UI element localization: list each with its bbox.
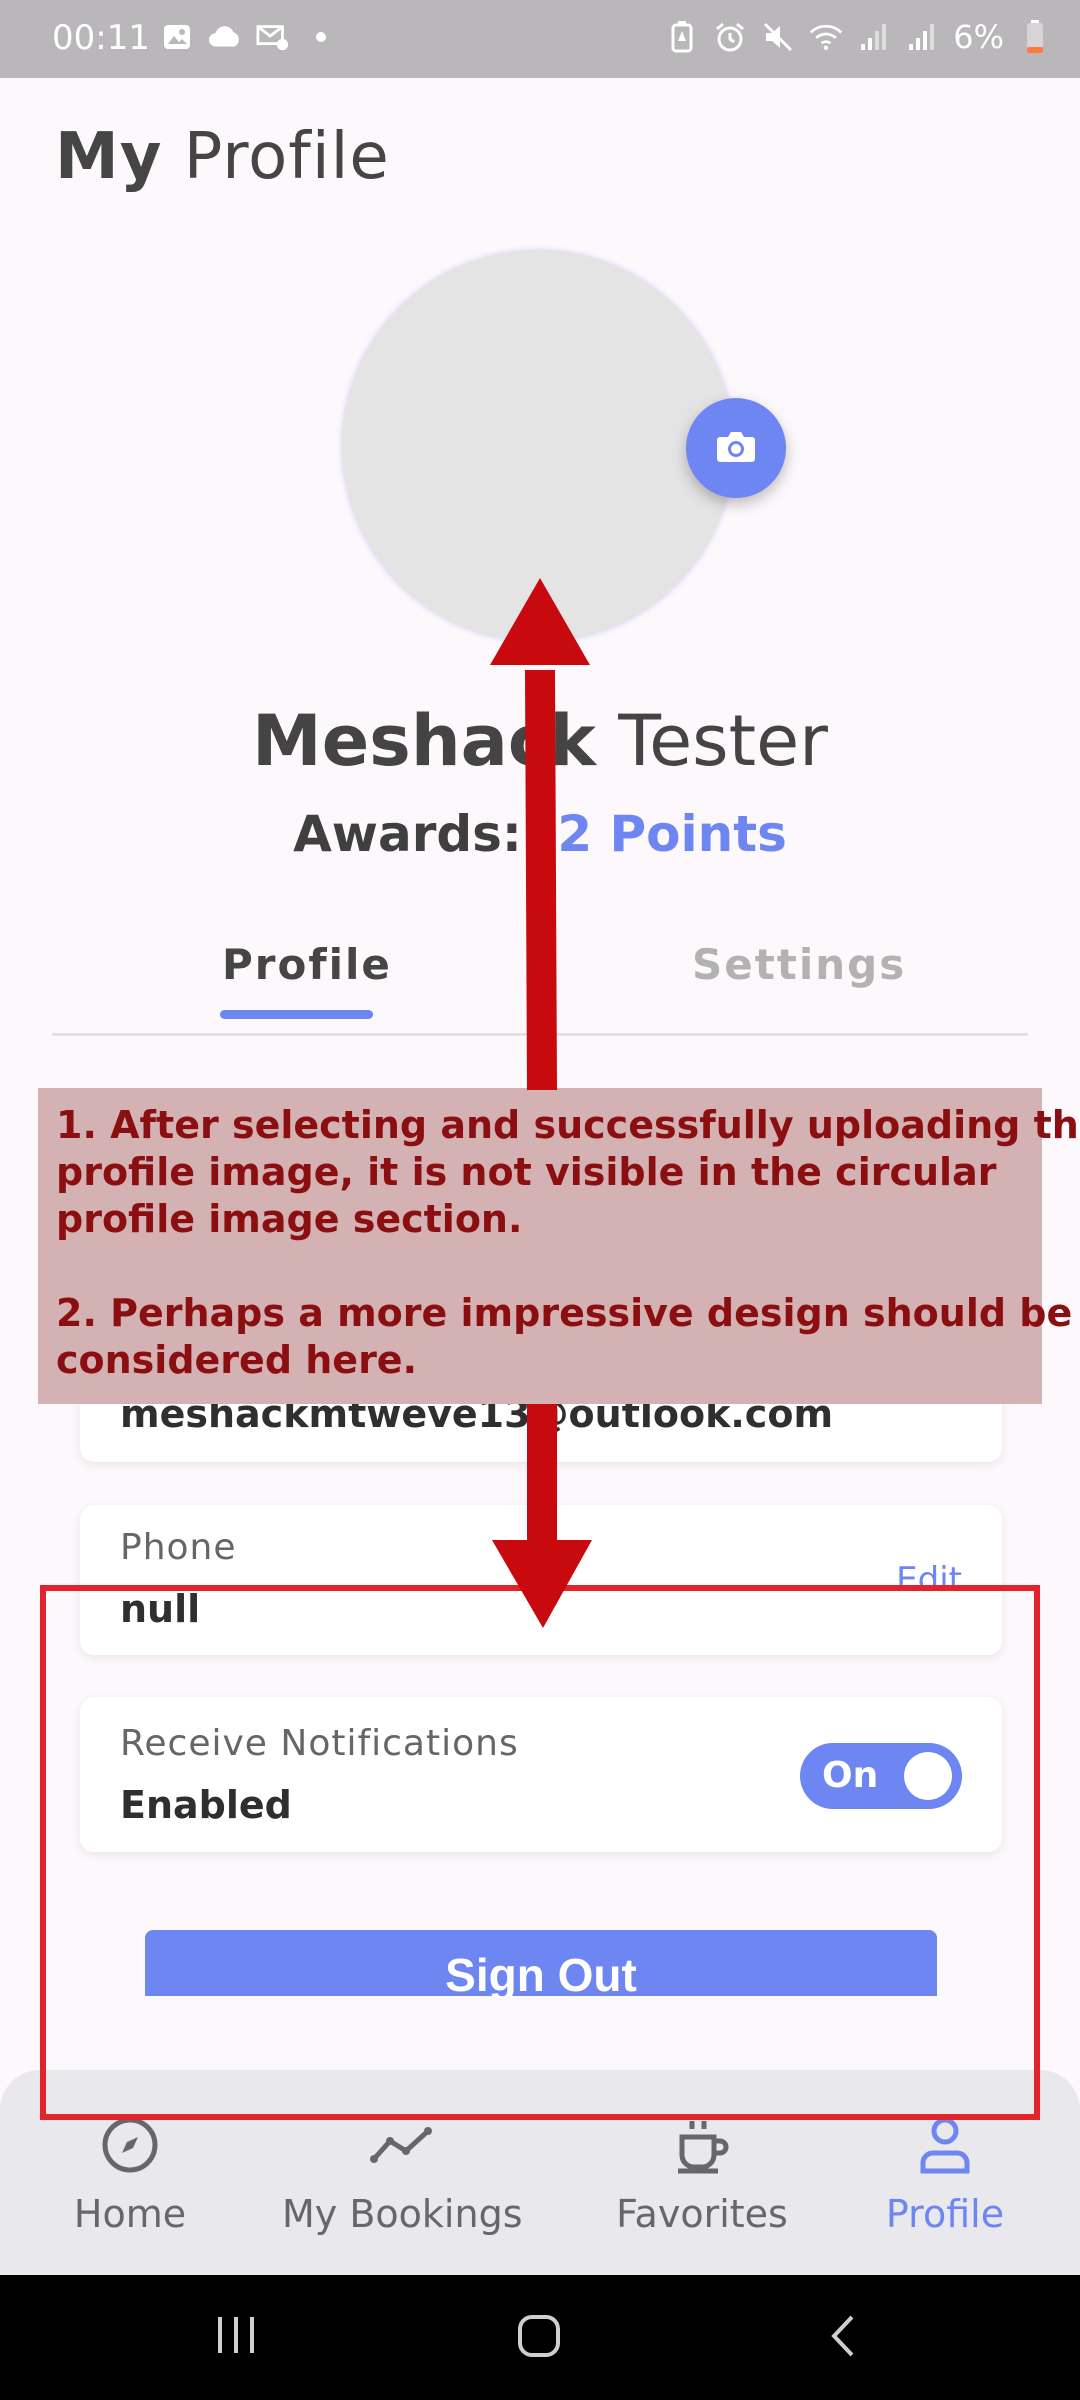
last-name: Tester <box>618 700 828 782</box>
trend-icon <box>367 2110 437 2180</box>
page-title-regular: Profile <box>183 120 390 194</box>
mute-icon <box>761 20 795 54</box>
alarm-icon <box>713 20 747 54</box>
annotation-line: profile image, it is not visible in the … <box>56 1150 997 1194</box>
cup-icon <box>667 2110 737 2180</box>
battery-icon <box>1018 20 1052 54</box>
nav-favorites[interactable]: Favorites <box>612 2110 792 2236</box>
mail-settings-icon <box>256 20 290 54</box>
annotation-line: 2. Perhaps a more impressive design shou… <box>56 1291 1073 1335</box>
status-time: 00:11 <box>52 18 150 58</box>
camera-icon <box>716 429 756 467</box>
gallery-icon <box>160 20 194 54</box>
system-nav-bar <box>0 2275 1080 2400</box>
active-tab-indicator <box>220 1010 373 1019</box>
nav-favorites-label: Favorites <box>616 2192 788 2236</box>
nav-profile[interactable]: Profile <box>880 2110 1010 2236</box>
battery-percent: 6% <box>953 18 1004 56</box>
page-title: My Profile <box>55 120 390 194</box>
nav-my-bookings[interactable]: My Bookings <box>282 2110 523 2236</box>
signal-icon <box>905 20 939 54</box>
annotation-line: considered here. <box>56 1338 418 1382</box>
tabs-divider <box>52 1033 1028 1036</box>
page-title-bold: My <box>55 120 163 194</box>
annotation-note: 1. After selecting and successfully uplo… <box>38 1088 1080 1404</box>
change-photo-button[interactable] <box>686 398 786 498</box>
cloud-icon <box>208 20 242 54</box>
compass-icon <box>95 2110 165 2180</box>
dot-icon <box>304 20 338 54</box>
status-bar: 00:11 6% <box>0 0 1080 78</box>
avatar[interactable] <box>342 250 734 642</box>
wifi-icon <box>809 20 843 54</box>
nav-my-bookings-label: My Bookings <box>282 2192 523 2236</box>
user-name: Meshack Tester <box>0 700 1080 782</box>
first-name: Meshack <box>252 700 596 782</box>
battery-saver-icon <box>665 20 699 54</box>
nav-home-label: Home <box>73 2192 187 2236</box>
awards: Awards: 2 Points <box>0 805 1080 863</box>
tab-settings[interactable]: Settings <box>692 940 906 989</box>
annotation-line: profile image section. <box>56 1197 523 1241</box>
annotation-gap <box>56 1243 1024 1290</box>
recent-apps-icon[interactable] <box>214 2313 258 2361</box>
awards-value: 2 Points <box>557 805 787 863</box>
annotation-line: 1. After selecting and successfully uplo… <box>56 1103 1080 1147</box>
nav-home[interactable]: Home <box>70 2110 190 2236</box>
annotation-highlight-box <box>40 1585 1040 2120</box>
awards-label: Awards: <box>293 805 522 863</box>
user-icon <box>910 2110 980 2180</box>
phone-label: Phone <box>120 1527 237 1568</box>
signal-icon <box>857 20 891 54</box>
nav-profile-label: Profile <box>885 2192 1005 2236</box>
back-icon[interactable] <box>822 2313 866 2363</box>
home-button-icon[interactable] <box>516 2313 562 2363</box>
tab-profile[interactable]: Profile <box>222 940 392 989</box>
